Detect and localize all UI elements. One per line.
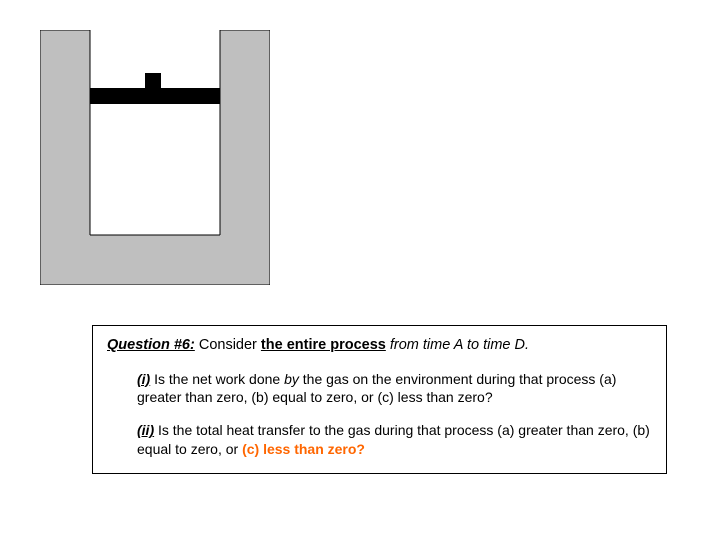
- question-process: the entire process: [261, 337, 386, 353]
- part-ii-label: (ii): [137, 422, 154, 438]
- question-box: Question #6: Consider the entire process…: [92, 325, 667, 474]
- part-ii-highlight: (c) less than zero?: [242, 441, 365, 457]
- part-ii-text-a: Is the total heat transfer to the gas du…: [137, 422, 650, 457]
- question-tail: from time A to time D.: [386, 337, 529, 353]
- part-ii: (ii) Is the total heat transfer to the g…: [137, 421, 652, 459]
- part-i: (i) Is the net work done by the gas on t…: [137, 370, 652, 408]
- piston-svg: [40, 30, 270, 285]
- piston-figure: [40, 30, 270, 285]
- question-head: Question #6: Consider the entire process…: [107, 336, 652, 356]
- part-i-label: (i): [137, 371, 150, 387]
- question-label: Question #6:: [107, 337, 195, 353]
- part-i-by: by: [284, 371, 299, 387]
- question-lead: Consider: [195, 337, 261, 353]
- part-i-text-a: Is the net work done: [150, 371, 284, 387]
